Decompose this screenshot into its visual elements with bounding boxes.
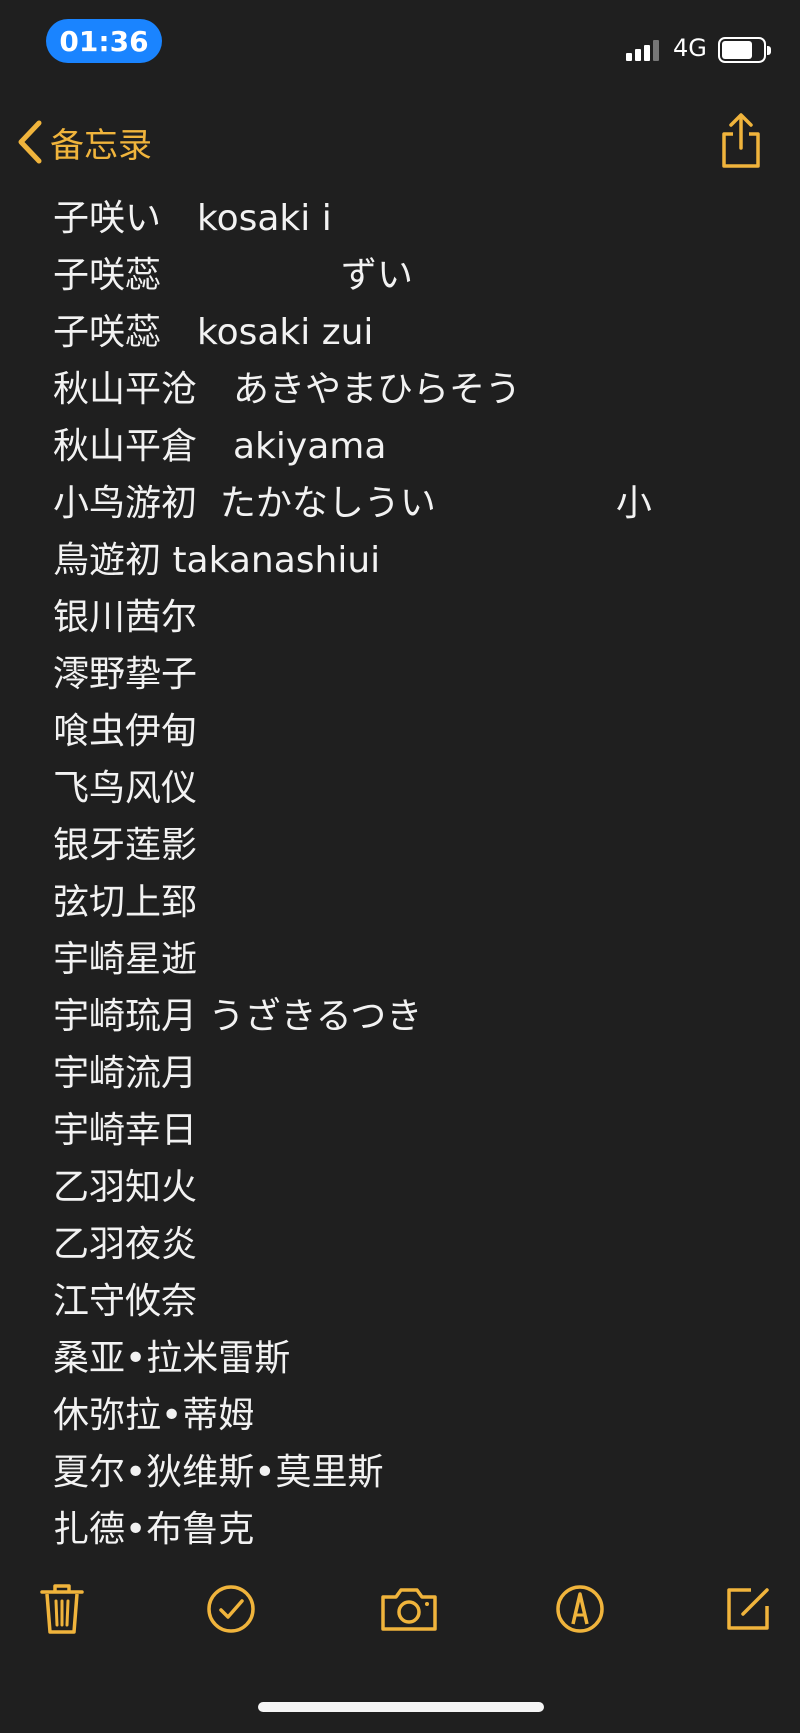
nav-bar: 备忘录 bbox=[0, 100, 800, 180]
note-line: 桑亚•拉米雷斯 bbox=[53, 1338, 291, 1379]
trash-icon bbox=[40, 1584, 84, 1634]
note-line: 银川茜尔 bbox=[53, 597, 198, 638]
markup-button[interactable] bbox=[552, 1578, 608, 1640]
network-type: 4G bbox=[673, 34, 707, 62]
note-body[interactable]: 子咲い kosaki i 子咲蕊 ずい 子咲蕊 kosaki zui 秋山平沧 … bbox=[53, 190, 773, 1558]
home-indicator[interactable] bbox=[258, 1702, 544, 1712]
note-line: 休弥拉•蒂姆 bbox=[53, 1395, 255, 1436]
note-line: 子咲蕊 kosaki zui bbox=[53, 312, 374, 353]
note-line: 扎德•布鲁克 bbox=[53, 1509, 255, 1550]
note-line: 小鸟游初 たかなしうい 小 bbox=[53, 483, 652, 524]
note-line: 喰虫伊甸 bbox=[53, 711, 198, 752]
note-line: 乙羽夜炎 bbox=[53, 1224, 198, 1265]
compose-icon bbox=[727, 1588, 769, 1630]
note-line: 江守攸奈 bbox=[53, 1281, 198, 1322]
note-line: 子咲蕊 ずい bbox=[53, 255, 414, 296]
note-line: 银牙莲影 bbox=[53, 825, 198, 866]
share-icon bbox=[722, 113, 760, 168]
note-line: 弦切上郅 bbox=[53, 882, 198, 923]
back-button[interactable]: 备忘录 bbox=[16, 114, 152, 170]
checklist-icon bbox=[207, 1585, 255, 1633]
markup-icon bbox=[556, 1585, 604, 1633]
bottom-toolbar bbox=[0, 1578, 800, 1648]
note-line: 宇崎流月 bbox=[53, 1053, 198, 1094]
camera-button[interactable] bbox=[377, 1578, 441, 1640]
battery-icon bbox=[718, 37, 771, 63]
note-line: 夏尔•狄维斯•莫里斯 bbox=[53, 1452, 384, 1493]
note-line: 宇崎星逝 bbox=[53, 939, 198, 980]
back-label: 备忘录 bbox=[50, 125, 152, 166]
note-line: 乙羽知火 bbox=[53, 1167, 198, 1208]
note-line: 宇崎幸日 bbox=[53, 1110, 198, 1151]
signal-strength-icon bbox=[626, 39, 664, 61]
note-line: 子咲い kosaki i bbox=[53, 198, 332, 239]
note-line: 鳥遊初 takanashiui bbox=[53, 540, 381, 581]
note-line: 秋山平倉 akiyama bbox=[53, 426, 387, 467]
chevron-left-icon bbox=[18, 120, 42, 164]
status-bar: 01:36 4G bbox=[0, 0, 800, 90]
status-time: 01:36 bbox=[46, 19, 162, 63]
camera-icon bbox=[381, 1588, 437, 1631]
delete-button[interactable] bbox=[34, 1578, 90, 1640]
compose-button[interactable] bbox=[720, 1578, 776, 1640]
note-line: 秋山平沧 あきやまひらそう bbox=[53, 369, 522, 410]
note-line: 澪野挚子 bbox=[53, 654, 198, 695]
checklist-button[interactable] bbox=[203, 1578, 259, 1640]
note-line: 飞鸟风仪 bbox=[53, 768, 198, 809]
share-button[interactable] bbox=[718, 112, 764, 170]
note-line: 宇崎琉月 うざきるつき bbox=[53, 996, 423, 1037]
